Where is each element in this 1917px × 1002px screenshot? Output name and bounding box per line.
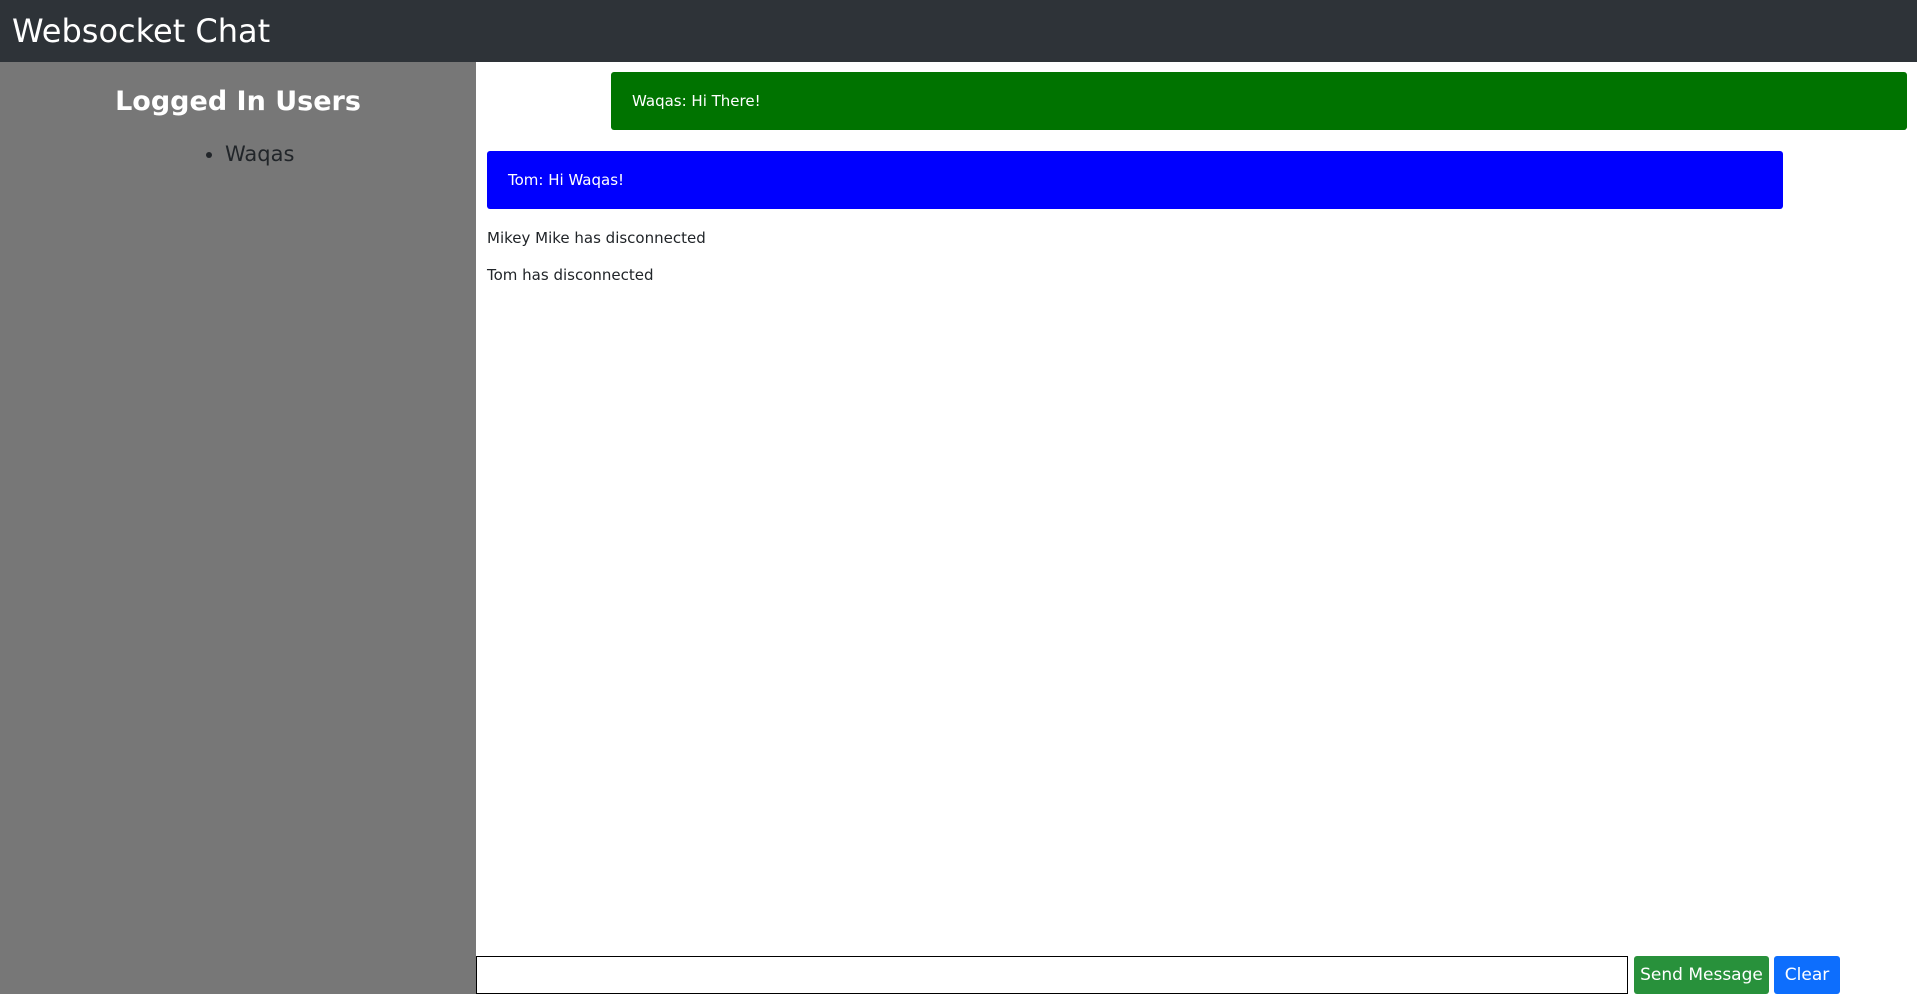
users-sidebar: Logged In Users Waqas — [0, 62, 476, 994]
message-input[interactable] — [476, 956, 1628, 994]
chat-messages: Waqas: Hi There! Tom: Hi Waqas! Mikey Mi… — [476, 62, 1917, 1002]
app-title: Websocket Chat — [12, 12, 271, 50]
chat-message-other: Tom: Hi Waqas! — [487, 151, 1783, 209]
clear-button[interactable]: Clear — [1774, 956, 1840, 994]
user-list-item: Waqas — [225, 142, 294, 166]
status-message: Tom has disconnected — [487, 266, 654, 284]
navbar: Websocket Chat — [0, 0, 1917, 62]
message-composer: Send Message Clear — [476, 955, 1917, 995]
sidebar-title: Logged In Users — [115, 86, 361, 117]
chat-message-self: Waqas: Hi There! — [611, 72, 1907, 130]
send-message-button[interactable]: Send Message — [1634, 956, 1769, 994]
user-list: Waqas — [205, 142, 294, 166]
status-message: Mikey Mike has disconnected — [487, 229, 706, 247]
